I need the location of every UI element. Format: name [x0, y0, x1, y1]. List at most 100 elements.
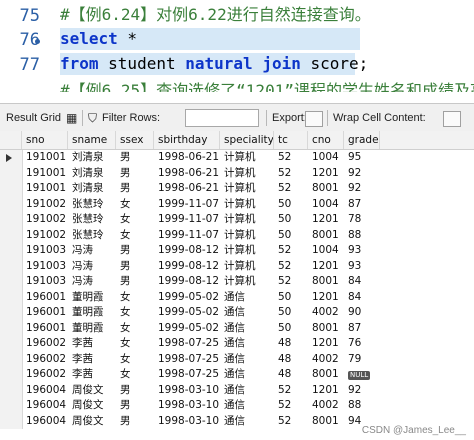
- table-cell-sname[interactable]: 冯涛: [68, 259, 116, 275]
- table-cell-ssex[interactable]: 男: [116, 259, 154, 275]
- table-cell-sbirthday[interactable]: 1998-06-21: [154, 166, 220, 182]
- table-cell-sname[interactable]: 张慧玲: [68, 228, 116, 244]
- table-cell-sno[interactable]: 196004: [22, 398, 68, 414]
- table-row[interactable]: 196004 周俊文男 1998-03-10 通信 52 1201 92: [0, 382, 474, 399]
- column-header[interactable]: tc: [274, 131, 308, 149]
- table-cell-speciality[interactable]: 通信: [220, 321, 274, 337]
- table-cell-cno[interactable]: 1201: [308, 290, 344, 306]
- table-cell-sbirthday[interactable]: 1998-06-21: [154, 150, 220, 166]
- table-cell-ssex[interactable]: 女: [116, 321, 154, 337]
- table-row[interactable]: 191001 刘清泉男 1998-06-21 计算机 52 1201 92: [0, 165, 474, 182]
- table-cell-sname[interactable]: 张慧玲: [68, 212, 116, 228]
- table-cell-ssex[interactable]: 男: [116, 166, 154, 182]
- table-cell-grade[interactable]: 93: [344, 259, 380, 275]
- table-cell-sname[interactable]: 刘清泉: [68, 166, 116, 182]
- row-header[interactable]: [0, 351, 23, 367]
- table-cell-sno[interactable]: 196002: [22, 336, 68, 352]
- row-header[interactable]: [0, 382, 23, 398]
- table-row[interactable]: 191003 冯涛男 1999-08-12 计算机 52 8001 84: [0, 274, 474, 290]
- table-cell-tc[interactable]: 52: [274, 150, 308, 166]
- table-cell-tc[interactable]: 52: [274, 181, 308, 197]
- table-cell-sname[interactable]: 董明霞: [68, 290, 116, 306]
- table-cell-tc[interactable]: 52: [274, 414, 308, 430]
- table-cell-sno[interactable]: 196002: [22, 367, 68, 383]
- table-cell-grade[interactable]: 78: [344, 212, 380, 228]
- table-cell-speciality[interactable]: 计算机: [220, 212, 274, 228]
- table-cell-speciality[interactable]: 计算机: [220, 274, 274, 290]
- table-cell-sno[interactable]: 196004: [22, 383, 68, 399]
- table-cell-sname[interactable]: 董明霞: [68, 305, 116, 321]
- table-cell-sbirthday[interactable]: 1999-08-12: [154, 259, 220, 275]
- table-cell-sno[interactable]: 191001: [22, 181, 68, 197]
- table-row[interactable]: 196002 李茜女 1998-07-25 通信 48 8001 NULL: [0, 367, 474, 383]
- table-cell-cno[interactable]: 8001: [308, 414, 344, 430]
- table-cell-grade[interactable]: 88: [344, 228, 380, 244]
- row-header[interactable]: [0, 289, 23, 305]
- table-cell-sno[interactable]: 191003: [22, 243, 68, 259]
- table-cell-sname[interactable]: 刘清泉: [68, 181, 116, 197]
- table-cell-tc[interactable]: 52: [274, 398, 308, 414]
- table-cell-ssex[interactable]: 男: [116, 414, 154, 430]
- table-row[interactable]: 191003 冯涛男 1999-08-12 计算机 52 1004 93: [0, 243, 474, 259]
- table-cell-sname[interactable]: 冯涛: [68, 274, 116, 290]
- row-header[interactable]: [0, 181, 23, 197]
- table-cell-speciality[interactable]: 计算机: [220, 259, 274, 275]
- table-cell-sname[interactable]: 周俊文: [68, 414, 116, 430]
- table-cell-sbirthday[interactable]: 1998-03-10: [154, 383, 220, 399]
- table-cell-ssex[interactable]: 男: [116, 398, 154, 414]
- row-header[interactable]: [0, 320, 23, 336]
- table-cell-cno[interactable]: 1004: [308, 243, 344, 259]
- table-cell-sname[interactable]: 冯涛: [68, 243, 116, 259]
- row-header[interactable]: [0, 274, 23, 290]
- table-cell-cno[interactable]: 8001: [308, 228, 344, 244]
- table-cell-sbirthday[interactable]: 1999-05-02: [154, 290, 220, 306]
- table-cell-grade[interactable]: 92: [344, 181, 380, 197]
- table-cell-sbirthday[interactable]: 1998-03-10: [154, 398, 220, 414]
- row-header[interactable]: [0, 398, 23, 414]
- table-cell-ssex[interactable]: 男: [116, 150, 154, 166]
- column-header[interactable]: ssex: [116, 131, 154, 149]
- table-row[interactable]: 191003 冯涛男 1999-08-12 计算机 52 1201 93: [0, 258, 474, 275]
- table-cell-ssex[interactable]: 女: [116, 228, 154, 244]
- table-row[interactable]: 191002 张慧玲女 1999-11-07 计算机 50 8001 88: [0, 227, 474, 244]
- table-cell-sname[interactable]: 周俊文: [68, 398, 116, 414]
- table-cell-grade[interactable]: 88: [344, 398, 380, 414]
- table-cell-ssex[interactable]: 男: [116, 243, 154, 259]
- table-cell-tc[interactable]: 52: [274, 243, 308, 259]
- table-cell-cno[interactable]: 1201: [308, 383, 344, 399]
- row-header[interactable]: [0, 243, 23, 259]
- table-cell-cno[interactable]: 1004: [308, 197, 344, 213]
- table-cell-sno[interactable]: 196004: [22, 414, 68, 430]
- table-cell-cno[interactable]: 8001: [308, 321, 344, 337]
- row-header[interactable]: [0, 150, 23, 166]
- table-cell-grade[interactable]: 87: [344, 197, 380, 213]
- table-cell-sno[interactable]: 191001: [22, 150, 68, 166]
- table-cell-sbirthday[interactable]: 1999-08-12: [154, 243, 220, 259]
- table-cell-cno[interactable]: 1004: [308, 150, 344, 166]
- table-cell-speciality[interactable]: 通信: [220, 336, 274, 352]
- table-cell-sname[interactable]: 李茜: [68, 367, 116, 383]
- table-cell-ssex[interactable]: 男: [116, 181, 154, 197]
- table-cell-cno[interactable]: 1201: [308, 259, 344, 275]
- table-row[interactable]: 191001 刘清泉男 1998-06-21 计算机 52 8001 92: [0, 181, 474, 197]
- table-cell-cno[interactable]: 1201: [308, 212, 344, 228]
- table-cell-speciality[interactable]: 通信: [220, 290, 274, 306]
- table-cell-sno[interactable]: 191003: [22, 259, 68, 275]
- table-row[interactable]: 196001 董明霞女 1999-05-02 通信 50 8001 87: [0, 320, 474, 337]
- row-header[interactable]: [0, 212, 23, 228]
- column-header[interactable]: speciality: [220, 131, 274, 149]
- result-grid-tab[interactable]: Result Grid: [6, 104, 61, 132]
- table-row[interactable]: 196002 李茜女 1998-07-25 通信 48 4002 79: [0, 351, 474, 368]
- column-header[interactable]: sbirthday: [154, 131, 220, 149]
- table-row[interactable]: 191001 刘清泉男 1998-06-21 计算机 52 1004 95: [0, 150, 474, 166]
- table-cell-tc[interactable]: 52: [274, 166, 308, 182]
- table-cell-speciality[interactable]: 通信: [220, 305, 274, 321]
- table-cell-grade[interactable]: 84: [344, 274, 380, 290]
- table-cell-speciality[interactable]: 通信: [220, 383, 274, 399]
- table-cell-sno[interactable]: 196002: [22, 352, 68, 368]
- row-header[interactable]: [0, 413, 23, 429]
- table-cell-grade[interactable]: NULL: [344, 367, 380, 383]
- column-header[interactable]: sname: [68, 131, 116, 149]
- table-cell-cno[interactable]: 8001: [308, 181, 344, 197]
- table-cell-speciality[interactable]: 计算机: [220, 166, 274, 182]
